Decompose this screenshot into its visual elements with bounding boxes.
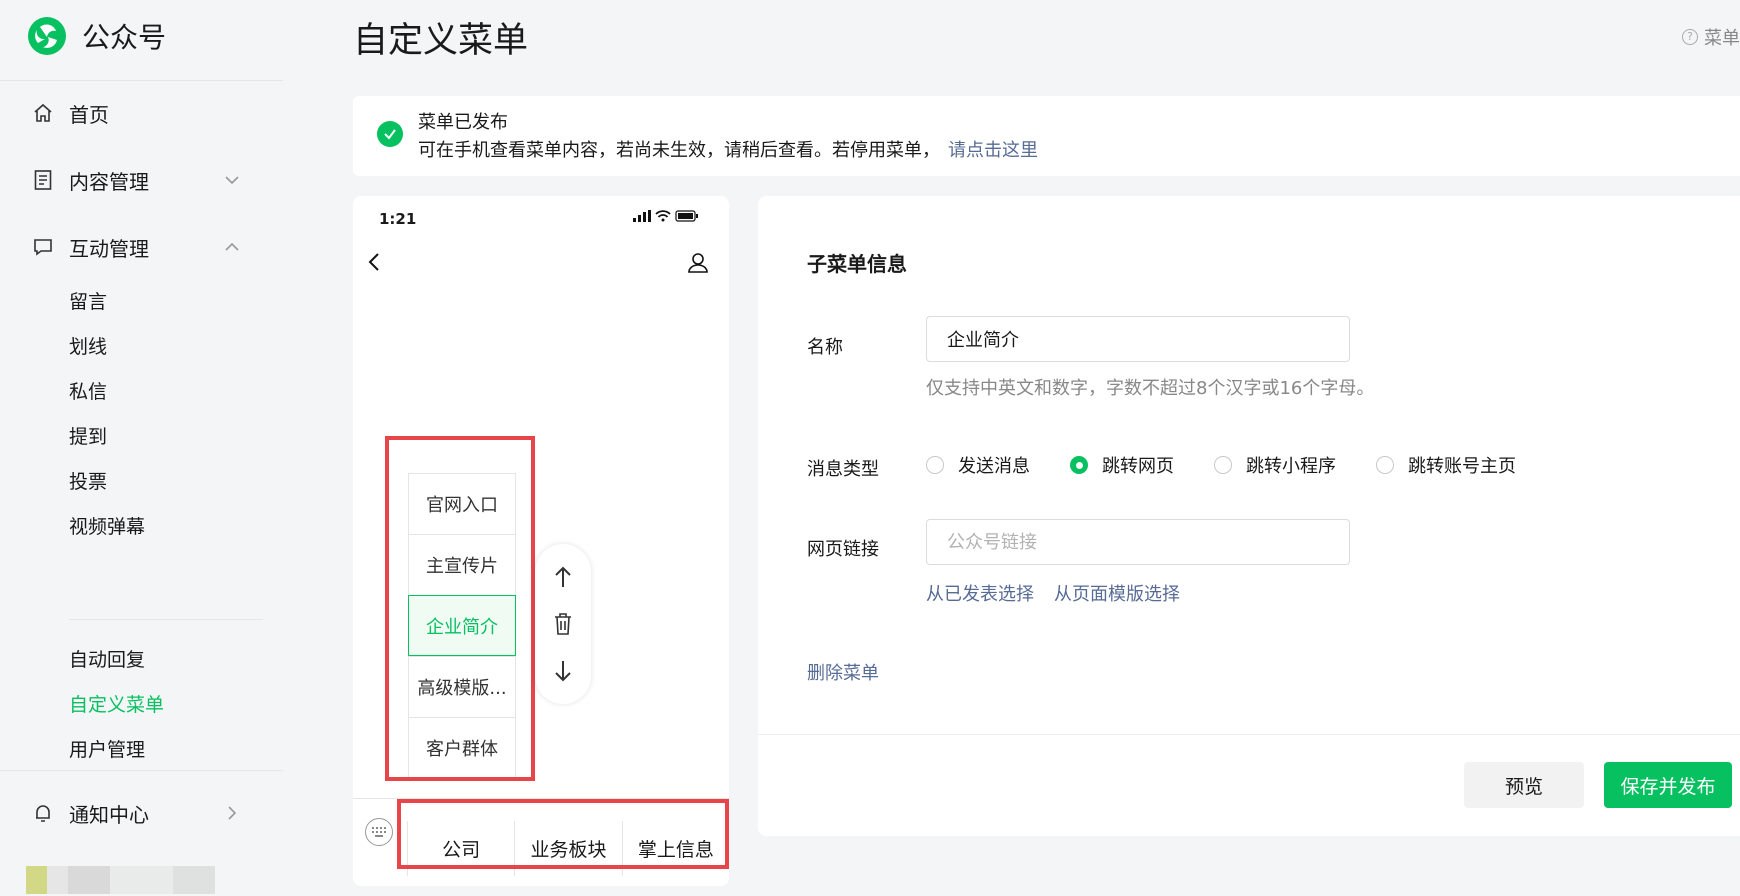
submenu-tools (535, 544, 591, 704)
sidebar-sub-auto-reply[interactable]: 自动回复 (69, 645, 145, 672)
radio-label: 跳转网页 (1102, 456, 1174, 477)
sidebar-item-content[interactable]: 内容管理 (0, 160, 283, 200)
notice-text: 可在手机查看菜单内容，若尚未生效，请稍后查看。若停用菜单， (418, 140, 940, 161)
submenu-highlight-box (385, 436, 535, 781)
sidebar-sub-danmaku[interactable]: 视频弹幕 (69, 512, 145, 539)
radio-icon (926, 456, 944, 474)
select-template-link[interactable]: 从页面模版选择 (1054, 580, 1180, 606)
sidebar-item-home[interactable]: 首页 (0, 93, 283, 133)
brand[interactable]: 公众号 (26, 14, 166, 58)
chat-icon (32, 236, 54, 258)
save-publish-button[interactable]: 保存并发布 (1604, 762, 1732, 808)
wifi-icon (655, 210, 671, 222)
bell-icon (32, 802, 54, 824)
sidebar-item-notice-center[interactable]: 通知中心 (0, 793, 283, 833)
success-check-icon (377, 121, 403, 147)
phone-preview: 1:21 官网入口 主宣传片 企业简介 高级模版... 客户群体 公司 业务板块… (353, 196, 729, 886)
help-label: 菜单 (1704, 28, 1740, 49)
radio-jump-account-home[interactable]: 跳转账号主页 (1376, 452, 1516, 478)
status-bar-icons (633, 210, 699, 222)
radio-icon (1376, 456, 1394, 474)
select-published-link[interactable]: 从已发表选择 (926, 580, 1034, 606)
profile-icon[interactable] (687, 252, 709, 274)
sidebar-sub-comments[interactable]: 留言 (69, 287, 107, 314)
signal-icon (633, 210, 651, 222)
submenu-info-panel: 子菜单信息 名称 仅支持中英文和数字，字数不超过8个汉字或16个字母。 消息类型… (758, 196, 1740, 836)
status-time: 1:21 (379, 210, 417, 228)
notice-body: 可在手机查看菜单内容，若尚未生效，请稍后查看。若停用菜单， 请点击这里 (418, 136, 1038, 162)
sidebar-item-label: 通知中心 (69, 802, 149, 827)
sidebar-item-interaction[interactable]: 互动管理 (0, 227, 283, 267)
sidebar-sub-messages[interactable]: 私信 (69, 377, 107, 404)
page-title: 自定义菜单 (353, 21, 529, 61)
home-icon (32, 102, 54, 124)
radio-label: 跳转账号主页 (1408, 456, 1516, 477)
webpage-url-input[interactable] (926, 519, 1350, 565)
menu-name-input[interactable] (926, 316, 1350, 362)
notice-title: 菜单已发布 (418, 112, 508, 133)
chevron-right-icon (228, 806, 237, 820)
publish-notice: 菜单已发布 可在手机查看菜单内容，若尚未生效，请稍后查看。若停用菜单， 请点击这里 (353, 96, 1740, 176)
name-label: 名称 (807, 337, 843, 358)
form-title: 子菜单信息 (807, 252, 907, 276)
sidebar-sub-divider (69, 619, 263, 620)
chevron-up-icon (225, 242, 239, 251)
move-up-icon[interactable] (553, 565, 573, 589)
keyboard-icon[interactable] (365, 818, 393, 846)
radio-send-message[interactable]: 发送消息 (926, 452, 1030, 478)
url-label: 网页链接 (807, 539, 879, 560)
main-menu-highlight-box (397, 799, 729, 869)
help-link[interactable]: ? 菜单 (1682, 24, 1740, 50)
sidebar: 公众号 首页 内容管理 互动管理 留言 划线 私信 提到 投票 视频弹幕 自动回… (0, 0, 283, 896)
brand-name: 公众号 (82, 21, 167, 54)
preview-button[interactable]: 预览 (1464, 762, 1584, 808)
account-avatar[interactable] (26, 866, 236, 894)
sidebar-divider (0, 770, 283, 771)
sidebar-sub-user-management[interactable]: 用户管理 (69, 735, 145, 762)
radio-label: 发送消息 (958, 456, 1030, 477)
move-down-icon[interactable] (553, 659, 573, 683)
sidebar-sub-underline[interactable]: 划线 (69, 332, 107, 359)
sidebar-item-label: 内容管理 (69, 169, 149, 194)
trash-icon[interactable] (553, 612, 573, 636)
name-hint: 仅支持中英文和数字，字数不超过8个汉字或16个字母。 (926, 378, 1375, 399)
delete-menu-link[interactable]: 删除菜单 (807, 659, 879, 685)
radio-checked-icon (1070, 456, 1088, 474)
radio-jump-webpage[interactable]: 跳转网页 (1070, 452, 1174, 478)
question-icon: ? (1682, 29, 1698, 45)
sidebar-sub-vote[interactable]: 投票 (69, 467, 107, 494)
sidebar-item-label: 互动管理 (69, 236, 149, 261)
notice-link[interactable]: 请点击这里 (948, 140, 1038, 161)
form-divider (758, 734, 1740, 735)
wechat-official-logo-icon (28, 17, 66, 55)
radio-icon (1214, 456, 1232, 474)
sidebar-sub-custom-menu[interactable]: 自定义菜单 (69, 690, 164, 717)
sidebar-item-label: 首页 (69, 102, 109, 127)
back-arrow-icon[interactable] (367, 252, 381, 272)
document-icon (32, 169, 54, 191)
radio-label: 跳转小程序 (1246, 456, 1336, 477)
radio-jump-miniprogram[interactable]: 跳转小程序 (1214, 452, 1336, 478)
sidebar-divider (0, 80, 283, 81)
message-type-label: 消息类型 (807, 459, 879, 480)
chevron-down-icon (225, 176, 239, 185)
battery-icon (675, 210, 698, 222)
sidebar-sub-mentions[interactable]: 提到 (69, 422, 107, 449)
